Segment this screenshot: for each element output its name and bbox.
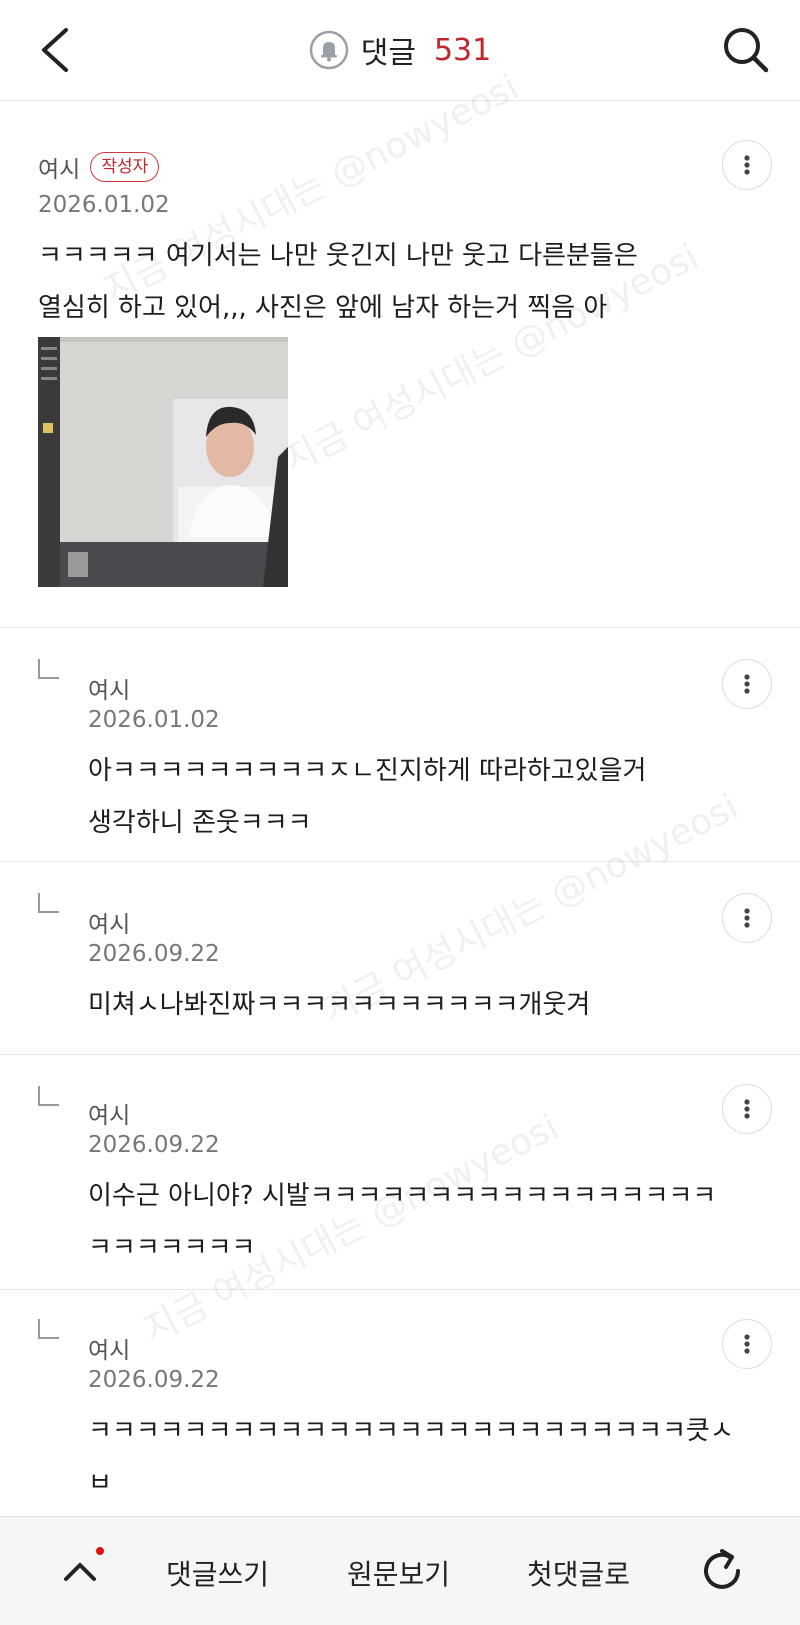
search-icon [724,28,769,73]
comment-text: ㅋㅋㅋㅋㅋ 여기서는 나만 웃긴지 나만 웃고 다른분들은 열심히 하고 있어,… [38,241,638,323]
more-vertical-icon [744,155,750,175]
search-button[interactable] [716,20,776,80]
header-title-group: 댓글 531 [0,28,800,72]
more-vertical-icon [744,1099,750,1119]
comment-date: 2026.01.02 [38,192,170,218]
reply-arrow-icon [38,659,59,679]
reply-item: 여시 2026.09.22 이수근 아니야? 시발ㅋㅋㅋㅋㅋㅋㅋㅋㅋㅋㅋㅋㅋㅋㅋ… [0,1054,800,1290]
top-bar: 댓글 531 [0,0,800,101]
comment-count: 531 [433,32,492,68]
comment-text: 이수근 아니야? 시발ㅋㅋㅋㅋㅋㅋㅋㅋㅋㅋㅋㅋㅋㅋㅋㅋㅋ ㅋㅋㅋㅋㅋㅋㅋ [88,1181,717,1263]
more-options-button[interactable] [722,659,772,709]
comment-text: 아ㅋㅋㅋㅋㅋㅋㅋㅋㅋㅈㄴ진지하게 따라하고있을거 생각하니 존웃ㅋㅋㅋ [88,756,647,838]
page-title: 댓글 [360,36,416,71]
more-options-button[interactable] [722,1319,772,1369]
comment-author: 여시 [88,678,131,704]
view-original-button[interactable]: 원문보기 [347,1553,450,1593]
bell-icon[interactable] [309,30,349,70]
comment-date: 2026.01.02 [88,707,220,733]
photo-image [38,337,288,587]
more-vertical-icon [744,1334,750,1354]
notification-dot [96,1547,104,1555]
more-vertical-icon [744,908,750,928]
writer-badge: 작성자 [90,152,160,182]
comment-author: 여시 [88,1103,131,1129]
first-comment-button[interactable]: 첫댓글로 [527,1553,630,1593]
reply-item: 여시 2026.09.22 미쳐ㅅ나봐진짜ㅋㅋㅋㅋㅋㅋㅋㅋㅋㅋㅋ개웃겨 [0,861,800,1055]
comment-photo[interactable] [38,337,288,587]
comment-author: 여시 [88,912,131,938]
more-vertical-icon [744,674,750,694]
more-options-button[interactable] [722,893,772,943]
reply-arrow-icon [38,1319,59,1339]
bottom-toolbar: 댓글쓰기 원문보기 첫댓글로 [0,1516,800,1625]
refresh-icon [704,1549,740,1589]
reply-arrow-icon [38,1086,59,1106]
write-comment-button[interactable]: 댓글쓰기 [166,1553,269,1593]
reply-item: 여시 2026.09.22 ㅋㅋㅋㅋㅋㅋㅋㅋㅋㅋㅋㅋㅋㅋㅋㅋㅋㅋㅋㅋㅋㅋㅋㅋㅋ큿… [0,1289,800,1516]
refresh-button[interactable] [694,1543,750,1599]
more-options-button[interactable] [722,1084,772,1134]
reply-arrow-icon [38,893,59,913]
comment-author: 여시 [38,157,81,183]
comment-date: 2026.09.22 [88,1132,220,1158]
more-options-button[interactable] [722,140,772,190]
comment-date: 2026.09.22 [88,941,220,967]
comment-author: 여시 [88,1338,131,1364]
reply-item: 여시 2026.01.02 아ㅋㅋㅋㅋㅋㅋㅋㅋㅋㅈㄴ진지하게 따라하고있을거 생… [0,627,800,862]
comment-text: ㅋㅋㅋㅋㅋㅋㅋㅋㅋㅋㅋㅋㅋㅋㅋㅋㅋㅋㅋㅋㅋㅋㅋㅋㅋ큿ㅅ ㅂ [88,1416,734,1498]
comment-date: 2026.09.22 [88,1367,220,1393]
comment-text: 미쳐ㅅ나봐진짜ㅋㅋㅋㅋㅋㅋㅋㅋㅋㅋㅋ개웃겨 [88,990,591,1020]
